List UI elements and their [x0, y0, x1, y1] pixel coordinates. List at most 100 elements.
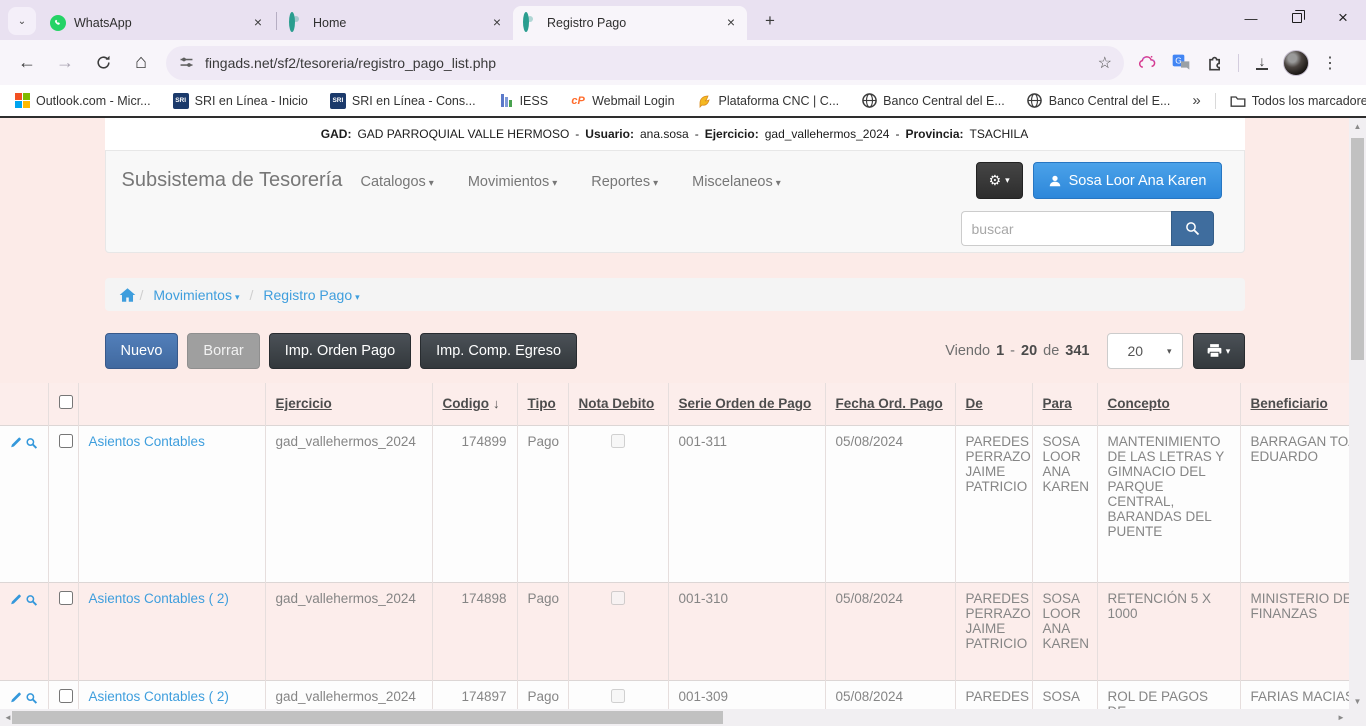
row-checkbox[interactable]	[59, 689, 73, 703]
settings-dropdown-button[interactable]: ⚙▾	[976, 162, 1023, 199]
downloads-button[interactable]: ↓	[1247, 48, 1277, 78]
sort-fecha[interactable]: Fecha Ord. Pago	[836, 396, 943, 411]
bookmark-label: Plataforma CNC | C...	[719, 94, 840, 108]
sort-codigo[interactable]: Codigo	[443, 396, 490, 411]
page-content: GAD: GAD PARROQUIAL VALLE HERMOSO - Usua…	[0, 118, 1349, 709]
page-size-select[interactable]: 20 ▾	[1107, 333, 1183, 369]
concepto-cell: MANTENIMIENTO DE LAS LETRAS Y GIMNACIO D…	[1097, 425, 1240, 582]
breadcrumb-registro-pago[interactable]: Registro Pago▾	[263, 287, 359, 303]
sort-serie[interactable]: Serie Orden de Pago	[679, 396, 812, 411]
row-checkbox[interactable]	[59, 434, 73, 448]
sort-ejercicio[interactable]: Ejercicio	[276, 396, 332, 411]
header-select-all	[48, 383, 78, 425]
sort-tipo[interactable]: Tipo	[528, 396, 556, 411]
vertical-scroll-thumb[interactable]	[1351, 138, 1364, 360]
bookmark-webmail[interactable]: cP Webmail Login	[570, 93, 674, 109]
browser-menu-button[interactable]: ⋮	[1315, 48, 1345, 78]
home-icon[interactable]	[119, 287, 136, 303]
scroll-right-arrow[interactable]: ►	[1333, 709, 1349, 726]
de-cell: PAREDES PERRAZO JAIME PATRICIO	[955, 425, 1032, 582]
site-info-icon[interactable]	[178, 54, 195, 71]
asientos-contables-link[interactable]: Asientos Contables ( 2)	[89, 591, 229, 606]
scroll-up-arrow[interactable]: ▲	[1349, 118, 1366, 134]
asientos-contables-link[interactable]: Asientos Contables	[89, 434, 205, 449]
bookmarks-overflow-chevron[interactable]: »	[1192, 92, 1200, 109]
user-button[interactable]: Sosa Loor Ana Karen	[1033, 162, 1222, 199]
view-magnifier-icon[interactable]	[25, 592, 38, 608]
nuevo-button[interactable]: Nuevo	[105, 333, 179, 369]
tab-search-button[interactable]: ⌄	[8, 7, 36, 35]
forward-button[interactable]: →	[49, 47, 81, 79]
bookmark-label: Webmail Login	[592, 94, 674, 108]
home-button[interactable]: ⌂	[125, 47, 157, 79]
sort-nota-debito[interactable]: Nota Debito	[579, 396, 655, 411]
asientos-contables-link[interactable]: Asientos Contables ( 2)	[89, 689, 229, 704]
imp-comp-egreso-button[interactable]: Imp. Comp. Egreso	[420, 333, 577, 369]
close-window-button[interactable]: ×	[1320, 0, 1366, 36]
print-dropdown-button[interactable]: ▾	[1193, 333, 1245, 369]
close-icon[interactable]: ×	[250, 15, 266, 31]
codigo-cell: 174897	[432, 680, 517, 709]
concepto-cell: RETENCIÓN 5 X 1000	[1097, 582, 1240, 680]
paging-info: Viendo 1 - 20 de 341	[942, 343, 1092, 359]
all-bookmarks-button[interactable]: Todos los marcadores	[1230, 93, 1366, 109]
row-actions-cell	[0, 425, 48, 582]
tipo-cell: Pago	[517, 680, 568, 709]
vertical-scrollbar[interactable]: ▲ ▼	[1349, 118, 1366, 709]
close-icon[interactable]: ×	[723, 15, 739, 31]
sort-beneficiario[interactable]: Beneficiario	[1251, 396, 1328, 411]
bookmark-label: Banco Central del E...	[1049, 94, 1171, 108]
sort-concepto[interactable]: Concepto	[1108, 396, 1170, 411]
tab-whatsapp[interactable]: WhatsApp ×	[40, 6, 274, 40]
select-all-checkbox[interactable]	[59, 395, 73, 409]
profile-avatar[interactable]	[1281, 48, 1311, 78]
close-icon[interactable]: ×	[489, 15, 505, 31]
view-magnifier-icon[interactable]	[25, 435, 38, 451]
tab-strip: ⌄ WhatsApp × Home × Registro Pago × + — …	[0, 0, 1366, 40]
url-bar[interactable]: fingads.net/sf2/tesoreria/registro_pago_…	[166, 46, 1124, 80]
extensions-puzzle-icon[interactable]	[1200, 48, 1230, 78]
header-nota-debito: Nota Debito	[568, 383, 668, 425]
menu-miscelaneos[interactable]: Miscelaneos▾	[692, 174, 781, 190]
fecha-cell: 05/08/2024	[825, 425, 955, 582]
bookmark-cnc[interactable]: Plataforma CNC | C...	[697, 93, 840, 109]
bookmark-outlook[interactable]: Outlook.com - Micr...	[14, 93, 151, 109]
bookmark-star-icon[interactable]: ☆	[1098, 53, 1112, 73]
edit-pencil-icon[interactable]	[10, 592, 22, 607]
search-input[interactable]	[961, 211, 1171, 246]
menu-movimientos[interactable]: Movimientos▾	[468, 174, 557, 190]
minimize-button[interactable]: —	[1228, 0, 1274, 36]
edit-pencil-icon[interactable]	[10, 690, 22, 705]
back-button[interactable]: ←	[11, 47, 43, 79]
view-magnifier-icon[interactable]	[25, 690, 38, 706]
new-tab-button[interactable]: +	[757, 8, 783, 34]
breadcrumb-movimientos[interactable]: Movimientos▾	[153, 287, 239, 303]
horizontal-scroll-thumb[interactable]	[12, 711, 723, 724]
search-button[interactable]	[1171, 211, 1214, 246]
horizontal-scrollbar[interactable]: ◄ ►	[0, 709, 1349, 726]
tab-registro-pago[interactable]: Registro Pago ×	[513, 6, 747, 40]
menu-catalogos[interactable]: Catalogos▾	[361, 174, 434, 190]
imp-orden-pago-button[interactable]: Imp. Orden Pago	[269, 333, 411, 369]
sort-para[interactable]: Para	[1043, 396, 1072, 411]
menu-reportes[interactable]: Reportes▾	[591, 174, 658, 190]
url-text[interactable]: fingads.net/sf2/tesoreria/registro_pago_…	[205, 55, 1098, 71]
bookmark-iess[interactable]: IESS	[498, 93, 549, 109]
extension-cloud-icon[interactable]	[1132, 48, 1162, 78]
bookmark-sri-consultas[interactable]: SRI SRI en Línea - Cons...	[330, 93, 476, 109]
reload-button[interactable]	[87, 47, 119, 79]
cnc-icon	[697, 93, 713, 109]
bookmark-sri-inicio[interactable]: SRI SRI en Línea - Inicio	[173, 93, 308, 109]
bookmark-banco-central-2[interactable]: Banco Central del E...	[1027, 93, 1171, 109]
tab-home[interactable]: Home ×	[279, 6, 513, 40]
beneficiario-cell: MINISTERIO DE ECONOMÍA Y FINANZAS	[1240, 582, 1349, 680]
scroll-down-arrow[interactable]: ▼	[1349, 693, 1366, 709]
edit-pencil-icon[interactable]	[10, 435, 22, 450]
translate-icon[interactable]: G	[1166, 48, 1196, 78]
sort-de[interactable]: De	[966, 396, 983, 411]
restore-button[interactable]	[1274, 0, 1320, 36]
borrar-button[interactable]: Borrar	[187, 333, 259, 369]
row-checkbox[interactable]	[59, 591, 73, 605]
bookmark-banco-central-1[interactable]: Banco Central del E...	[861, 93, 1005, 109]
separator: -	[575, 127, 579, 141]
